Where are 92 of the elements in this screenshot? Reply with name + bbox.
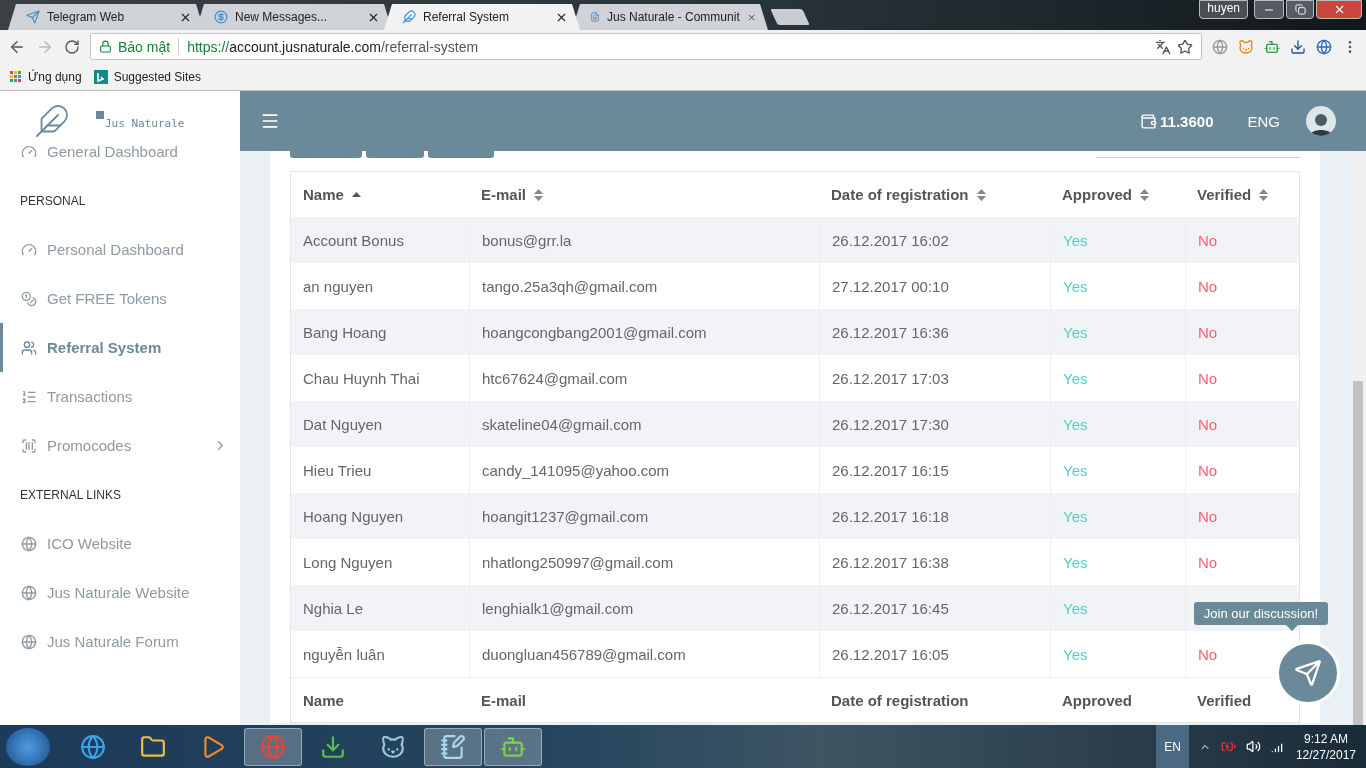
bookmark-link[interactable]: Suggested Sites bbox=[93, 69, 202, 84]
bookmark-link[interactable]: Ứng dụng bbox=[10, 69, 82, 84]
table-cell: Bang Hoang bbox=[291, 309, 469, 355]
table-cell: No bbox=[1185, 401, 1299, 447]
volume-icon[interactable] bbox=[1245, 739, 1261, 754]
table-cell: 26.12.2017 16:45 bbox=[819, 585, 1050, 631]
restore-icon bbox=[1294, 4, 1306, 15]
battery-icon[interactable] bbox=[1220, 739, 1236, 754]
profile-button[interactable]: huyen bbox=[1199, 0, 1248, 19]
table-cell: No bbox=[1185, 309, 1299, 355]
download-icon[interactable] bbox=[1290, 38, 1306, 55]
column-header[interactable]: E-mail bbox=[469, 172, 819, 217]
address-bar[interactable]: Bảo mật https://account.jusnaturale.com/referral-system bbox=[90, 33, 1202, 60]
table-cell: 26.12.2017 17:30 bbox=[819, 401, 1050, 447]
taskbar-button[interactable] bbox=[424, 727, 482, 766]
globe-icon[interactable] bbox=[1316, 38, 1332, 55]
table-cell: Hoang Nguyen bbox=[291, 493, 469, 539]
table-cell: No bbox=[1185, 493, 1299, 539]
table-cell: Yes bbox=[1050, 401, 1185, 447]
menu-icon[interactable] bbox=[260, 111, 280, 131]
star-icon[interactable] bbox=[1177, 38, 1193, 55]
table-cell: Yes bbox=[1050, 309, 1185, 355]
language-indicator[interactable]: EN bbox=[1156, 725, 1189, 768]
list-icon bbox=[21, 388, 37, 405]
grid-icon bbox=[10, 70, 22, 83]
fox-icon[interactable] bbox=[1238, 38, 1254, 55]
robot-icon[interactable] bbox=[1264, 38, 1280, 55]
table-cell: 26.12.2017 16:36 bbox=[819, 309, 1050, 355]
extension-icon[interactable] bbox=[1212, 38, 1228, 55]
wallet-balance[interactable]: 11.3600 bbox=[1140, 112, 1214, 130]
language-selector[interactable]: ENG bbox=[1247, 112, 1280, 130]
gauge-icon bbox=[21, 241, 37, 258]
table-cell: skateline04@gmail.com bbox=[469, 401, 819, 447]
coins-icon bbox=[21, 290, 37, 307]
wallet-icon bbox=[1140, 112, 1158, 130]
translate-icon[interactable] bbox=[1155, 38, 1171, 55]
minimize-button[interactable] bbox=[1254, 0, 1284, 19]
column-header[interactable]: Name bbox=[291, 172, 469, 217]
avatar-icon[interactable] bbox=[1306, 106, 1336, 136]
globe-icon bbox=[260, 733, 286, 760]
clock[interactable]: 9:12 AM 12/27/2017 bbox=[1295, 730, 1356, 763]
column-header[interactable]: Verified bbox=[1185, 172, 1299, 217]
table-cell: lenghialk1@gmail.com bbox=[469, 585, 819, 631]
taskbar-button[interactable] bbox=[484, 727, 542, 766]
section-heading: EXTERNAL LINKS bbox=[19, 486, 122, 504]
column-footer: E-mail bbox=[469, 677, 819, 722]
globe-icon bbox=[80, 733, 106, 760]
column-header[interactable]: Date of registration bbox=[819, 172, 1050, 217]
lock-icon bbox=[99, 40, 112, 53]
column-footer: Name bbox=[291, 677, 469, 722]
browser-tab[interactable]: Referral System bbox=[384, 4, 580, 30]
users-icon bbox=[21, 339, 37, 356]
table-cell: Yes bbox=[1050, 217, 1185, 263]
send-icon bbox=[1294, 659, 1322, 687]
table-cell: 26.12.2017 16:18 bbox=[819, 493, 1050, 539]
table-cell: No bbox=[1185, 217, 1299, 263]
table-cell: Yes bbox=[1050, 585, 1185, 631]
leaf-logo-icon bbox=[34, 103, 70, 139]
download-icon bbox=[320, 733, 346, 760]
column-footer: Date of registration bbox=[819, 677, 1050, 722]
chat-tooltip: Join our discussion! bbox=[1193, 602, 1328, 631]
page-icon bbox=[590, 10, 600, 24]
folder-icon bbox=[140, 733, 166, 760]
table-cell: hoangit1237@gmail.com bbox=[469, 493, 819, 539]
globe-icon bbox=[21, 584, 37, 601]
table-cell: hoangcongbang2001@gmail.com bbox=[469, 309, 819, 355]
globe-icon bbox=[21, 633, 37, 650]
notepad-icon bbox=[440, 733, 466, 760]
table-cell: Yes bbox=[1050, 493, 1185, 539]
restore-button[interactable] bbox=[1286, 0, 1314, 19]
column-header[interactable]: Approved bbox=[1050, 172, 1185, 217]
column-footer: Approved bbox=[1050, 677, 1185, 722]
paper-plane-icon bbox=[26, 10, 40, 24]
taskbar-button[interactable] bbox=[244, 727, 302, 766]
table-cell: bonus@grr.la bbox=[469, 217, 819, 263]
table-cell: Account Bonus bbox=[291, 217, 469, 263]
section-heading: PERSONAL bbox=[19, 192, 87, 210]
start-button[interactable] bbox=[6, 727, 50, 766]
letter-b-icon bbox=[93, 69, 108, 84]
new-tab-button[interactable] bbox=[770, 9, 810, 25]
dollar-icon bbox=[214, 10, 228, 24]
feather-icon bbox=[402, 10, 416, 24]
cat-icon bbox=[380, 733, 406, 760]
table-cell: Nghia Le bbox=[291, 585, 469, 631]
scrollbar[interactable] bbox=[1350, 151, 1366, 725]
table-cell: 26.12.2017 16:02 bbox=[819, 217, 1050, 263]
barcode-icon bbox=[21, 437, 37, 454]
globe-icon bbox=[21, 535, 37, 552]
gauge-icon bbox=[21, 143, 37, 160]
reload-icon[interactable] bbox=[64, 38, 80, 55]
close-button[interactable] bbox=[1316, 0, 1362, 19]
table-cell: Dat Nguyen bbox=[291, 401, 469, 447]
